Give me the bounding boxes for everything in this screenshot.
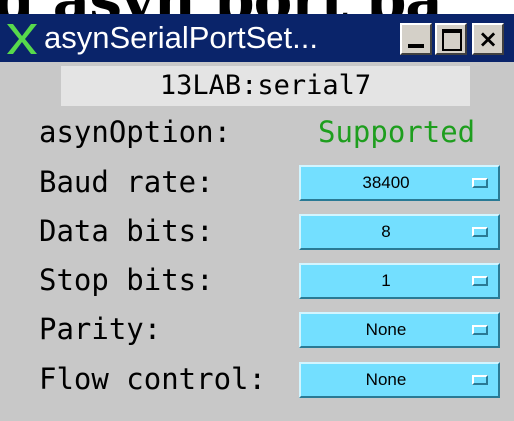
asyn-option-status: Supported xyxy=(318,115,476,149)
menu-indicator-icon xyxy=(472,178,488,188)
parity-label: Parity: xyxy=(39,312,162,346)
device-name: 13LAB:serial7 xyxy=(61,66,470,106)
asyn-option-label: asynOption: xyxy=(39,115,232,149)
data-bits-label: Data bits: xyxy=(39,214,214,248)
data-bits-menu[interactable]: 8 xyxy=(299,214,500,250)
flow-control-menu[interactable]: None xyxy=(299,362,500,398)
parity-value: None xyxy=(365,320,407,339)
maximize-button[interactable] xyxy=(435,23,467,55)
parity-menu[interactable]: None xyxy=(299,312,500,348)
menu-indicator-icon xyxy=(472,276,488,286)
menu-indicator-icon xyxy=(472,227,488,237)
x-logo-icon xyxy=(7,24,37,54)
close-icon: × xyxy=(477,25,499,53)
data-bits-value: 8 xyxy=(381,222,391,241)
stop-bits-menu[interactable]: 1 xyxy=(299,263,500,299)
baud-rate-label: Baud rate: xyxy=(39,165,214,199)
minimize-button[interactable] xyxy=(400,23,432,55)
asyn-serial-port-window: asynSerialPortSet... × 13LAB:serial7 asy… xyxy=(0,14,514,421)
stop-bits-label: Stop bits: xyxy=(39,263,214,297)
flow-control-value: None xyxy=(365,370,407,389)
baud-rate-value: 38400 xyxy=(362,173,410,192)
close-button[interactable]: × xyxy=(472,23,504,55)
window-title: asynSerialPortSet... xyxy=(44,20,318,55)
baud-rate-menu[interactable]: 38400 xyxy=(299,165,500,201)
stop-bits-value: 1 xyxy=(381,271,391,290)
menu-indicator-icon xyxy=(472,375,488,385)
flow-control-label: Flow control: xyxy=(39,362,266,396)
menu-indicator-icon xyxy=(472,325,488,335)
title-bar[interactable]: asynSerialPortSet... × xyxy=(0,14,514,62)
